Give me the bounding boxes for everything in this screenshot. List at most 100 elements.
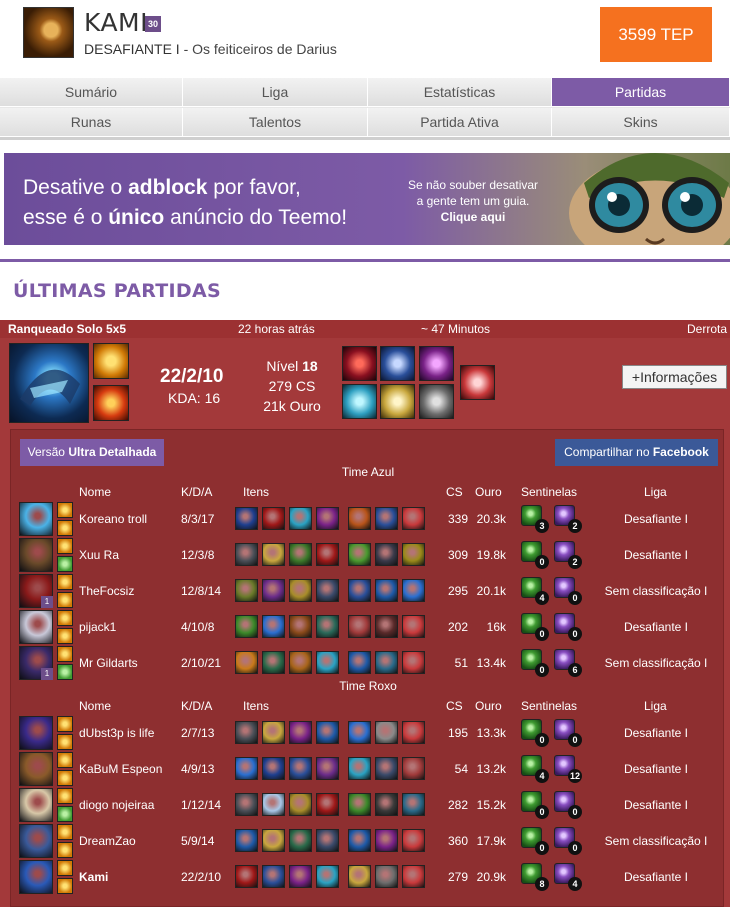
column-header-cs: CS	[446, 699, 463, 713]
item-icon	[348, 829, 371, 852]
player-name[interactable]: KaBuM Espeon	[79, 762, 162, 776]
player-name[interactable]: DreamZao	[79, 834, 136, 848]
player-row[interactable]: Koreano troll 8/3/17 339 20.3k Desafiante I 3…	[11, 501, 725, 537]
item-icon	[375, 543, 398, 566]
player-row[interactable]: pijack1 4/10/8 202 16k Desafiante I 0 0	[11, 609, 725, 645]
item-icon	[316, 543, 339, 566]
trinket-icon	[402, 651, 425, 674]
champion-icon[interactable]	[19, 860, 53, 894]
tab-skins[interactable]: Skins	[552, 108, 730, 137]
vision-ward-icon: 6	[554, 649, 582, 677]
banner-guide-link[interactable]: Clique aqui	[398, 209, 548, 225]
match-cs: 279 CS	[268, 378, 316, 394]
player-name[interactable]: Xuu Ra	[79, 548, 119, 562]
profile-avatar	[23, 7, 74, 58]
tab-estatisticas[interactable]: Estatísticas	[368, 78, 552, 107]
ultra-detailed-button[interactable]: Versão Ultra Detalhada	[20, 439, 164, 466]
champion-icon[interactable]	[19, 502, 53, 536]
tab-partidas[interactable]: Partidas	[552, 78, 730, 107]
player-row[interactable]: DreamZao 5/9/14 360 17.9k Sem classificação …	[11, 823, 725, 859]
player-row[interactable]: KaBuM Espeon 4/9/13 54 13.2k Desafiante I 4 12	[11, 751, 725, 787]
stealth-ward-icon: 8	[521, 863, 549, 891]
summoner-spell-icon	[57, 502, 73, 518]
stealth-ward-icon: 0	[521, 541, 549, 569]
player-gold: 20.1k	[476, 584, 506, 598]
vision-ward-icon: 0	[554, 791, 582, 819]
player-name[interactable]: pijack1	[79, 620, 116, 634]
summoner-spell-icon	[57, 610, 73, 626]
tab-talentos[interactable]: Talentos	[183, 108, 368, 137]
champion-icon[interactable]	[19, 538, 53, 572]
player-row[interactable]: 1 TheFocsiz 12/8/14 295 20.1k Sem classificaç…	[11, 573, 725, 609]
item-icon	[375, 757, 398, 780]
column-header-ouro: Ouro	[475, 699, 502, 713]
teemo-illustration	[569, 153, 730, 245]
tab-runas[interactable]: Runas	[0, 108, 183, 137]
item-icon	[262, 507, 285, 530]
adblock-banner[interactable]: Desative o adblock por favor, esse é o ú…	[4, 153, 730, 245]
summoner-spell-icon	[57, 592, 73, 608]
champion-icon[interactable]	[19, 788, 53, 822]
stealth-ward-count: 0	[535, 663, 549, 677]
player-row[interactable]: Kami 22/2/10 279 20.9k Desafiante I 8 4	[11, 859, 725, 895]
summoner-spell-ignite	[93, 385, 129, 421]
player-kda: 22/2/10	[181, 870, 222, 884]
tab-sumario[interactable]: Sumário	[0, 78, 183, 107]
stealth-ward-icon: 0	[521, 719, 549, 747]
stealth-ward-count: 4	[535, 769, 549, 783]
stealth-ward-icon: 0	[521, 613, 549, 641]
champion-icon[interactable]	[19, 610, 53, 644]
item-icon	[348, 793, 371, 816]
item-icon	[235, 757, 258, 780]
player-row[interactable]: 1 Mr Gildarts 2/10/21 51 13.4k Sem classifica…	[11, 645, 725, 681]
item-icon	[289, 651, 312, 674]
item-icon	[348, 865, 371, 888]
champion-portrait	[9, 343, 89, 423]
player-league: Sem classificação I	[604, 584, 708, 598]
player-gold: 13.2k	[476, 762, 506, 776]
column-header-kda: K/D/A	[181, 485, 213, 499]
player-kda: 1/12/14	[181, 798, 222, 812]
item-icon	[262, 721, 285, 744]
player-name[interactable]: Mr Gildarts	[79, 656, 138, 670]
stealth-ward-icon: 0	[521, 791, 549, 819]
share-facebook-button[interactable]: Compartilhar no Facebook	[555, 439, 718, 466]
player-kda: 4/9/13	[181, 762, 215, 776]
player-row[interactable]: Xuu Ra 12/3/8 309 19.8k Desafiante I 0 2	[11, 537, 725, 573]
column-header-nome: Nome	[79, 485, 112, 499]
column-header-ouro: Ouro	[475, 485, 502, 499]
player-name[interactable]: diogo nojeiraa	[79, 798, 154, 812]
champion-icon[interactable]	[19, 752, 53, 786]
player-gold: 20.3k	[476, 512, 506, 526]
stealth-ward-count: 4	[535, 591, 549, 605]
player-row[interactable]: diogo nojeiraa 1/12/14 282 15.2k Desafiante …	[11, 787, 725, 823]
player-name[interactable]: Kami	[79, 870, 108, 884]
summoner-spell-icon	[57, 770, 73, 786]
player-name[interactable]: TheFocsiz	[79, 584, 134, 598]
player-name[interactable]: Koreano troll	[79, 512, 147, 526]
item-icon	[262, 579, 285, 602]
item-icon	[375, 865, 398, 888]
player-name[interactable]: dUbst3p is life	[79, 726, 154, 740]
item-icon	[375, 721, 398, 744]
vision-ward-icon: 0	[554, 613, 582, 641]
champion-icon[interactable]	[19, 716, 53, 750]
player-league: Desafiante I	[623, 726, 689, 740]
item-icon	[375, 793, 398, 816]
column-header-liga: Liga	[644, 699, 667, 713]
column-header-sentinelas: Sentinelas	[521, 485, 578, 499]
tab-partida-ativa[interactable]: Partida Ativa	[368, 108, 552, 137]
item-icon	[316, 651, 339, 674]
tab-liga[interactable]: Liga	[183, 78, 368, 107]
vision-ward-icon: 12	[554, 755, 582, 783]
player-cs: 360	[447, 834, 468, 848]
champion-icon[interactable]	[19, 824, 53, 858]
summoner-spell-icon	[57, 842, 73, 858]
item-icon	[348, 615, 371, 638]
vision-ward-icon: 2	[554, 505, 582, 533]
player-row[interactable]: dUbst3p is life 2/7/13 195 13.3k Desafiante …	[11, 715, 725, 751]
player-level-badge: 1	[41, 596, 53, 608]
player-cs: 54	[454, 762, 468, 776]
player-kda: 4/10/8	[181, 620, 215, 634]
more-info-button[interactable]: +Informações	[622, 365, 727, 389]
